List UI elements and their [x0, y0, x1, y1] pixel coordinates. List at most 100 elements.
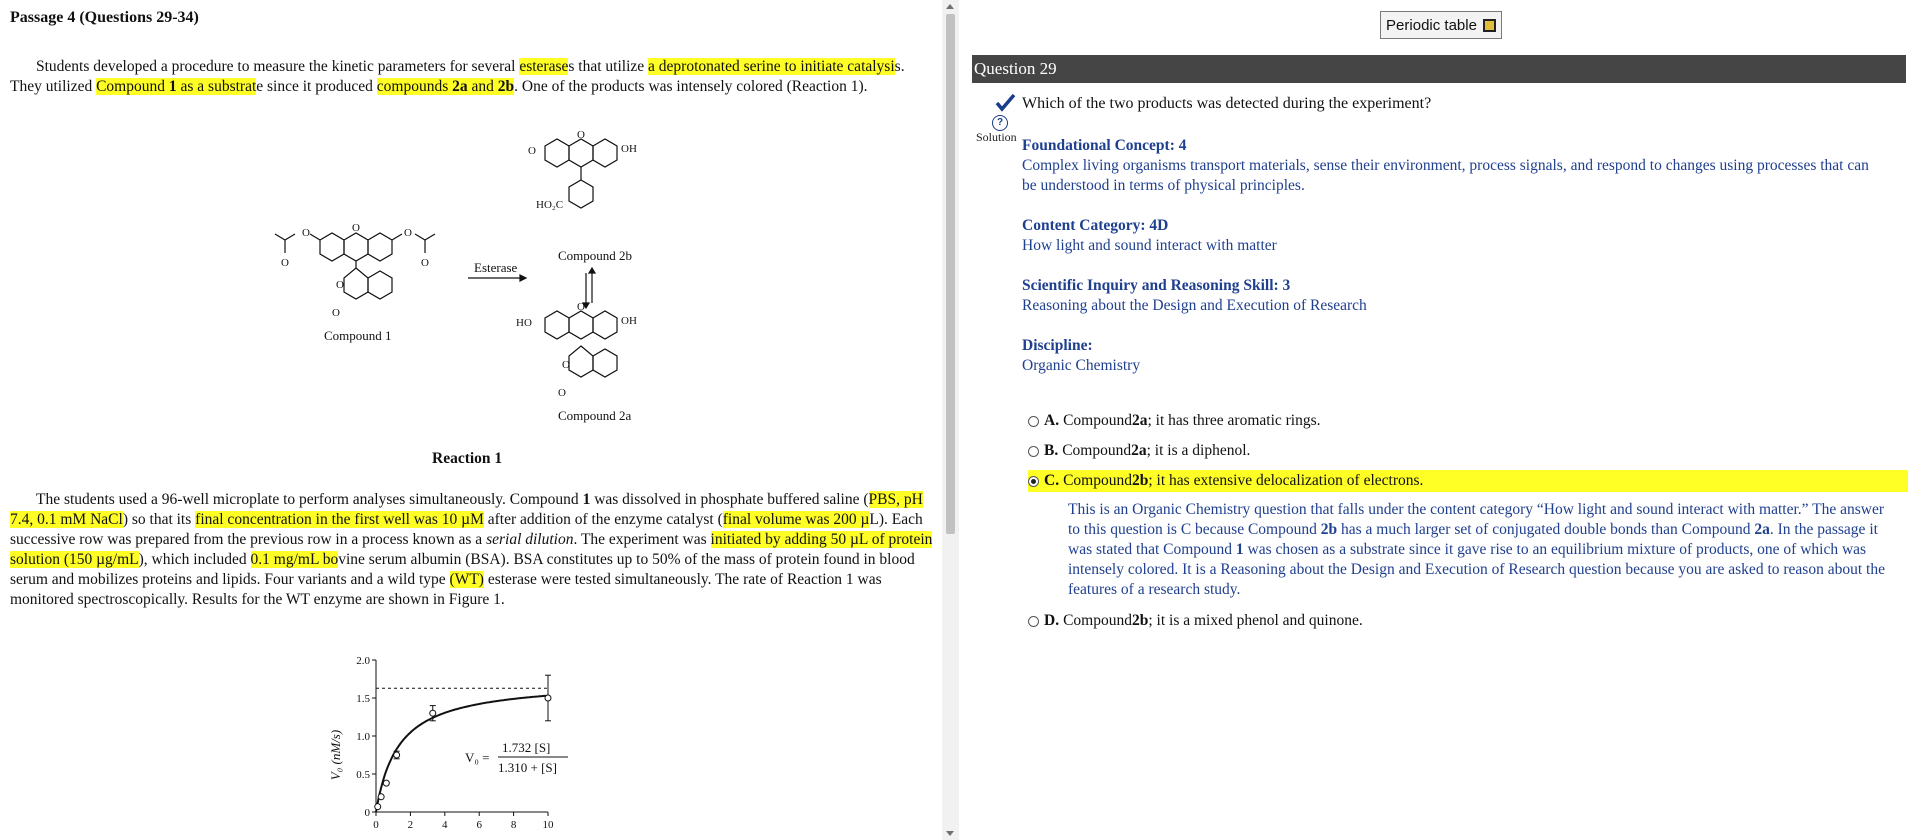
option-compound: 2b: [1131, 472, 1149, 489]
answer-option-a[interactable]: A. Compound 2a; it has three aromatic ri…: [1028, 410, 1908, 432]
svg-text:O: O: [528, 145, 536, 157]
svg-text:HO: HO: [516, 317, 532, 329]
x-tick-label: 0: [373, 819, 379, 831]
compound-2a-structure: HO O OH O O: [516, 301, 637, 399]
figure-1-chart: 0 2 4 6 8 10 0 0.5 1.0 1.5 2.0 V₀ (nM/s) V₀ = 1.73…: [328, 655, 568, 831]
svg-text:OH: OH: [621, 315, 637, 327]
option-text: ; it has three aromatic rings.: [1147, 412, 1321, 429]
question-text: Which of the two products was detected d…: [1022, 95, 1432, 112]
scroll-thumb[interactable]: [946, 14, 955, 534]
svg-text:O: O: [562, 359, 570, 371]
italic-text: serial dilution: [486, 531, 574, 548]
svg-text:HO₂C: HO₂C: [536, 199, 563, 211]
y-tick-label: 2.0: [356, 655, 370, 667]
bold-text: 2b: [497, 78, 515, 95]
radio-button-selected[interactable]: [1028, 475, 1039, 487]
periodic-table-icon: [1482, 18, 1496, 32]
scroll-down-icon[interactable]: [946, 831, 954, 836]
reasoning-skill: Scientific Inquiry and Reasoning Skill: …: [1022, 276, 1872, 316]
bold-text: 2b: [1320, 521, 1338, 538]
reasoning-skill-body: Reasoning about the Design and Execution…: [1022, 297, 1367, 314]
radio-button[interactable]: [1028, 615, 1039, 627]
scroll-up-icon[interactable]: [946, 4, 954, 9]
radio-button[interactable]: [1028, 415, 1039, 427]
text: s that utilize: [568, 58, 649, 75]
option-text: Compound: [1063, 612, 1132, 629]
y-tick-label: 0: [365, 807, 371, 819]
option-letter: D.: [1044, 612, 1060, 629]
text: after addition of the enzyme catalyst (: [483, 511, 723, 528]
question-pane: Periodic table Question 29 ? Solution Wh…: [970, 0, 1910, 840]
data-point: [382, 779, 390, 787]
data-point: [377, 793, 385, 801]
highlight[interactable]: Compound 1 as a substrat: [96, 78, 257, 95]
svg-text:O: O: [352, 222, 360, 234]
text: ), which included: [138, 551, 251, 568]
reaction-figure: O O O O O O O Compound 1 Esterase O O OH…: [274, 129, 637, 423]
option-text: ; it has extensive delocalization of ele…: [1148, 472, 1424, 489]
highlight[interactable]: esterase: [519, 58, 569, 75]
passage-scrollbar[interactable]: [942, 0, 959, 840]
checkmark-icon: [995, 93, 1016, 112]
compound-1-structure: O O O O O O O: [274, 222, 436, 319]
passage-paragraph-1: Students developed a procedure to measur…: [10, 57, 930, 97]
periodic-table-button[interactable]: Periodic table: [1380, 11, 1502, 39]
svg-text:O: O: [421, 257, 429, 269]
data-point: [429, 709, 437, 717]
radio-button[interactable]: [1028, 445, 1039, 457]
y-axis-label: V₀ (nM/s): [328, 730, 343, 780]
bold-text: 2a: [452, 78, 468, 95]
x-tick-label: 10: [543, 819, 555, 831]
foundational-concept-heading: Foundational Concept: 4: [1022, 137, 1187, 154]
x-tick-label: 8: [511, 819, 517, 831]
discipline: Discipline: Organic Chemistry: [1022, 336, 1872, 376]
answer-option-c[interactable]: C. Compound 2b; it has extensive delocal…: [1028, 470, 1908, 492]
equation-numerator: 1.732 [S]: [502, 740, 550, 755]
svg-text:O: O: [577, 301, 585, 313]
text: ) so that its: [122, 511, 196, 528]
highlight[interactable]: final volume was 200 µ: [722, 511, 870, 528]
answer-explanation: This is an Organic Chemistry question th…: [1068, 500, 1898, 600]
svg-text:OH: OH: [621, 143, 637, 155]
passage-title: Passage 4 (Questions 29-34): [10, 9, 199, 26]
passage-paragraph-2: The students used a 96-well microplate t…: [10, 490, 935, 610]
option-compound: 2a: [1131, 442, 1147, 459]
rate-equation: V₀ = 1.732 [S] 1.310 + [S]: [465, 740, 568, 775]
highlight[interactable]: a deprotonated serine to initiate cataly…: [648, 58, 895, 75]
discipline-heading: Discipline:: [1022, 337, 1093, 354]
text: The students used a 96-well microplate t…: [36, 491, 583, 508]
highlight[interactable]: (WT): [449, 571, 484, 588]
svg-text:O: O: [577, 129, 585, 141]
text: e since it produced: [256, 78, 377, 95]
text: Students developed a procedure to measur…: [36, 58, 520, 75]
svg-text:O: O: [404, 227, 412, 239]
solution-label[interactable]: Solution: [976, 130, 1017, 145]
compound-2a-label: Compound 2a: [558, 408, 632, 423]
content-category-heading: Content Category: 4D: [1022, 217, 1169, 234]
data-point: [544, 694, 552, 702]
svg-text:O: O: [281, 257, 289, 269]
solution-help-icon[interactable]: ?: [992, 115, 1008, 131]
bold-text: 1: [168, 78, 177, 95]
svg-text:O: O: [336, 279, 344, 291]
option-text: Compound: [1063, 412, 1132, 429]
answer-option-b[interactable]: B. Compound 2a; it is a diphenol.: [1028, 440, 1908, 462]
text: . One of the products was intensely colo…: [514, 78, 868, 95]
x-tick-label: 4: [442, 819, 448, 831]
question-header: Question 29: [972, 55, 1906, 83]
svg-text:O: O: [302, 227, 310, 239]
compound-2b-structure: O O OH HO₂C: [528, 129, 637, 211]
text: Compound: [96, 78, 169, 95]
y-tick-label: 0.5: [356, 769, 370, 781]
option-compound: 2a: [1131, 412, 1148, 429]
highlight[interactable]: compounds 2a and 2b: [376, 78, 515, 95]
data-point: [393, 751, 401, 759]
content-category-body: How light and sound interact with matter: [1022, 237, 1277, 254]
highlight[interactable]: 0.1 mg/mL bo: [250, 551, 339, 568]
highlight[interactable]: final concentration in the first well wa…: [195, 511, 484, 528]
foundational-concept: Foundational Concept: 4 Complex living o…: [1022, 136, 1872, 196]
answer-option-d[interactable]: D. Compound 2b; it is a mixed phenol and…: [1028, 610, 1908, 632]
svg-text:O: O: [332, 307, 340, 319]
option-text: Compound: [1063, 472, 1132, 489]
x-tick-label: 2: [408, 819, 414, 831]
